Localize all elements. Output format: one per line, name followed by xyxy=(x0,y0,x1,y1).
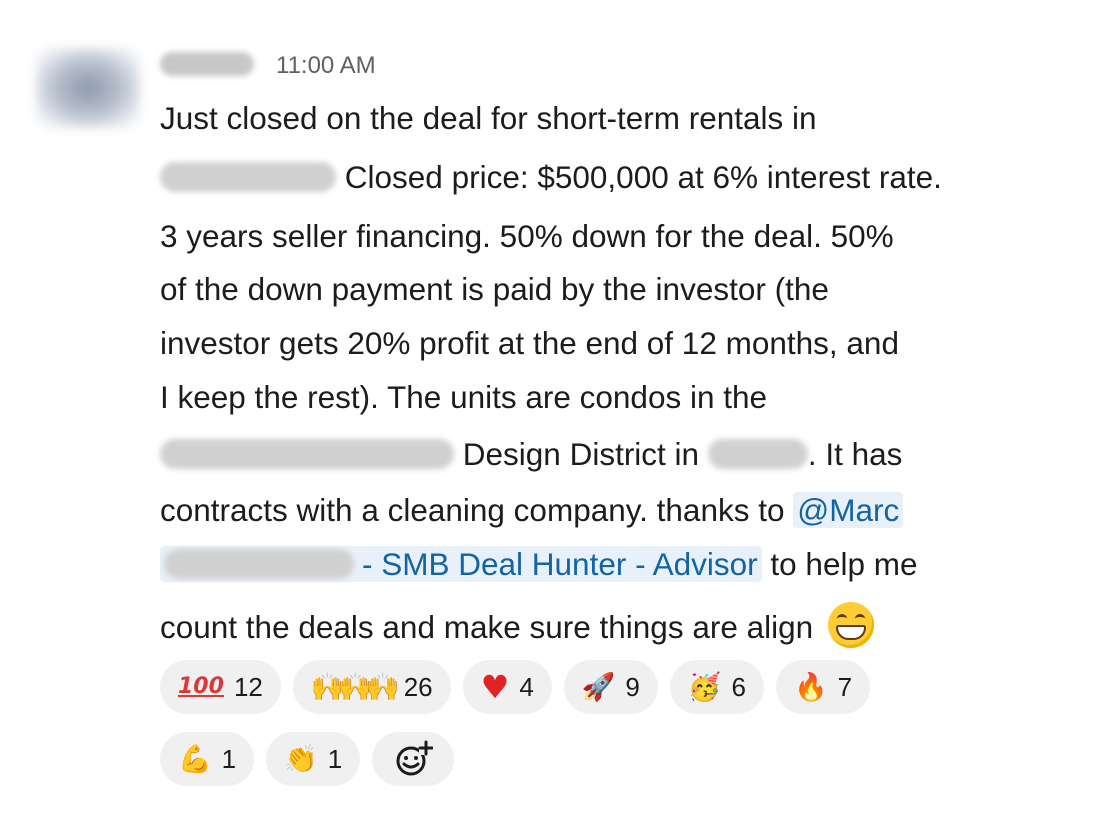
message-line: contracts with a cleaning company. thank… xyxy=(160,490,904,530)
reaction-partying-face[interactable]: 🥳 6 xyxy=(669,660,764,714)
redacted-text xyxy=(160,161,336,192)
redacted-text xyxy=(164,548,354,579)
reaction-bar: 💪 1 👏 1 xyxy=(160,732,455,786)
message-line: I keep the rest). The units are condos i… xyxy=(160,377,767,417)
reaction-clapping-hands[interactable]: 👏 1 xyxy=(266,732,361,786)
fire-icon: 🔥 xyxy=(793,671,828,703)
message-timestamp[interactable]: 11:00 AM xyxy=(276,51,376,81)
redacted-text xyxy=(707,438,808,469)
message-text: to help me xyxy=(770,546,918,582)
reaction-count: 12 xyxy=(233,671,263,702)
message-line: of the down payment is paid by the inves… xyxy=(160,269,829,309)
flexed-biceps-icon: 💪 xyxy=(178,743,212,775)
message-text: Design District in xyxy=(462,436,700,472)
reaction-rocket[interactable]: 🚀 9 xyxy=(563,660,658,714)
avatar[interactable] xyxy=(36,48,140,128)
message-text: contracts with a cleaning company. thank… xyxy=(160,492,785,528)
hundred-points-icon: 100 xyxy=(178,674,224,699)
message-text: I keep the rest). The units are condos i… xyxy=(160,379,768,415)
add-reaction-icon xyxy=(396,740,434,776)
message-line: count the deals and make sure things are… xyxy=(160,602,874,648)
red-heart-icon: ♥ xyxy=(480,668,510,706)
mention-text: - SMB Deal Hunter - Advisor xyxy=(362,546,758,582)
reaction-flexed-biceps[interactable]: 💪 1 xyxy=(160,732,255,786)
raising-hands-icon: 🙌🙌🙌 xyxy=(310,671,400,703)
redacted-text xyxy=(160,438,454,469)
reaction-count: 4 xyxy=(519,671,534,702)
message-line: 3 years seller financing. 50% down for t… xyxy=(160,216,894,256)
reaction-fire[interactable]: 🔥 7 xyxy=(775,660,871,714)
reaction-count: 1 xyxy=(221,743,237,774)
message-line: Design District in . It has xyxy=(160,434,902,474)
message-line: - SMB Deal Hunter - Advisor to help me xyxy=(160,544,918,584)
reaction-count: 6 xyxy=(731,671,746,702)
message-line: investor gets 20% profit at the end of 1… xyxy=(160,323,899,363)
reaction-red-heart[interactable]: ♥ 4 xyxy=(462,660,552,714)
grinning-face-emoji-icon xyxy=(827,602,874,648)
reaction-count: 26 xyxy=(403,671,433,702)
reaction-count: 7 xyxy=(837,671,853,702)
message-text: investor gets 20% profit at the end of 1… xyxy=(160,325,899,361)
message-line: Closed price: $500,000 at 6% interest ra… xyxy=(160,157,942,197)
message-text: . It has xyxy=(807,436,903,472)
partying-face-icon: 🥳 xyxy=(687,671,722,703)
user-mention-continued[interactable]: - SMB Deal Hunter - Advisor xyxy=(160,546,762,582)
user-mention[interactable]: @Marc xyxy=(793,492,904,528)
reaction-count: 9 xyxy=(625,671,640,702)
message-text: of the down payment is paid by the inves… xyxy=(160,271,829,307)
message-text: Just closed on the deal for short-term r… xyxy=(160,100,817,136)
message-line: Just closed on the deal for short-term r… xyxy=(160,98,817,138)
rocket-icon: 🚀 xyxy=(581,671,616,703)
reaction-bar: 100 12 🙌🙌🙌 26 ♥ 4 🚀 9 🥳 6 🔥 7 xyxy=(160,660,871,714)
author-name-redacted[interactable] xyxy=(160,52,254,76)
reaction-hundred-points[interactable]: 100 12 xyxy=(160,660,281,714)
message-text: Closed price: $500,000 at 6% interest ra… xyxy=(344,159,942,195)
add-reaction-button[interactable] xyxy=(372,732,455,786)
message-text: count the deals and make sure things are… xyxy=(160,609,814,645)
clapping-hands-icon: 👏 xyxy=(284,743,318,775)
reaction-count: 1 xyxy=(327,743,343,774)
message-text: 3 years seller financing. 50% down for t… xyxy=(160,218,894,254)
chat-message: 11:00 AM Just closed on the deal for sho… xyxy=(0,0,1111,833)
reaction-raising-hands[interactable]: 🙌🙌🙌 26 xyxy=(292,660,451,714)
